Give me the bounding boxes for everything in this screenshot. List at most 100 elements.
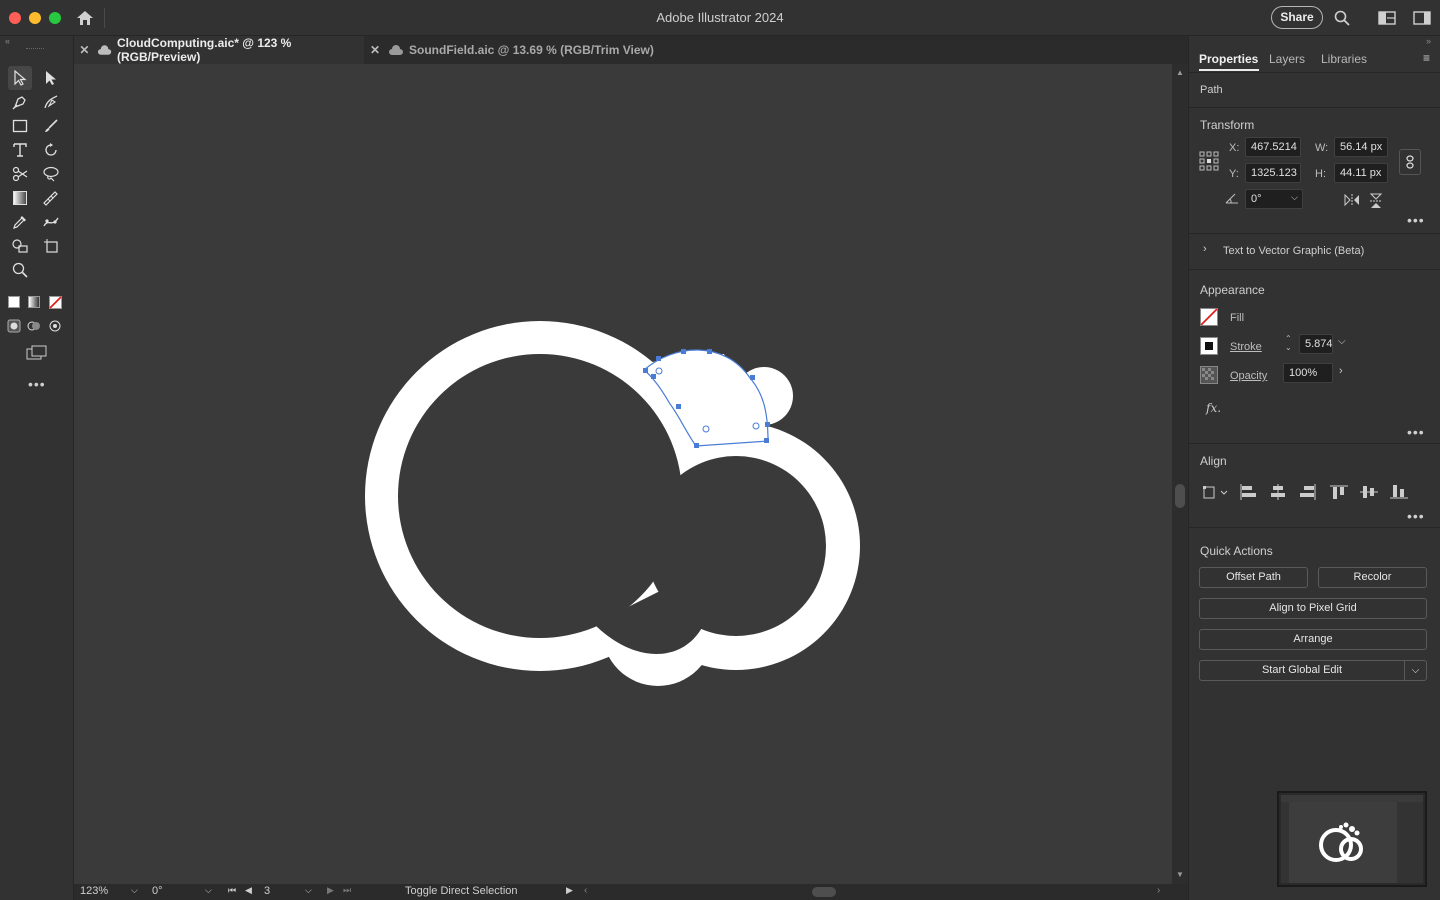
- gradient-tool-icon[interactable]: [8, 186, 32, 210]
- type-tool-icon[interactable]: [8, 138, 32, 162]
- zoom-dropdown-icon[interactable]: ⌵: [131, 885, 138, 896]
- search-icon[interactable]: [1332, 8, 1352, 28]
- rotate-dropdown-icon[interactable]: ⌵: [1291, 192, 1298, 203]
- navigator-thumbnail[interactable]: [1277, 791, 1427, 887]
- align-horizontal-center-icon[interactable]: [1269, 484, 1287, 500]
- workspace-switcher-icon[interactable]: [1377, 9, 1397, 27]
- rotation-dropdown-icon[interactable]: ⌵: [205, 885, 212, 896]
- tab-layers[interactable]: Layers: [1269, 52, 1305, 66]
- rotate-field[interactable]: 0° ⌵: [1245, 189, 1303, 209]
- close-tab-icon[interactable]: ✕: [364, 43, 386, 57]
- previous-artboard-icon[interactable]: ◀: [245, 885, 252, 896]
- stroke-weight-field[interactable]: 5.874: [1299, 334, 1333, 354]
- share-button[interactable]: Share: [1271, 6, 1323, 29]
- global-edit-options-icon[interactable]: ⌵: [1404, 660, 1427, 681]
- close-tab-icon[interactable]: ✕: [74, 43, 95, 57]
- constrain-proportions-icon[interactable]: [1399, 149, 1421, 175]
- stroke-label[interactable]: Stroke: [1230, 341, 1262, 353]
- eyedropper-tool-icon[interactable]: [8, 210, 32, 234]
- scroll-up-icon[interactable]: ▲: [1176, 68, 1184, 77]
- vertical-scrollbar[interactable]: ▲ ▼: [1172, 64, 1188, 884]
- tab-properties[interactable]: Properties: [1199, 52, 1258, 66]
- x-position-field[interactable]: 467.5214: [1245, 137, 1301, 157]
- align-top-icon[interactable]: [1330, 484, 1348, 500]
- opacity-label[interactable]: Opacity: [1230, 370, 1267, 382]
- collapse-toolbar-icon[interactable]: «: [5, 36, 10, 46]
- curvature-tool-icon[interactable]: [39, 90, 63, 114]
- height-field[interactable]: 44.11 px: [1334, 163, 1388, 183]
- opacity-arrow-icon[interactable]: ›: [1339, 365, 1343, 377]
- fill-white-swatch-icon[interactable]: [4, 292, 24, 312]
- flip-vertical-icon[interactable]: [1370, 193, 1382, 209]
- width-field[interactable]: 56.14 px: [1334, 137, 1388, 157]
- draw-normal-icon[interactable]: [4, 316, 24, 336]
- start-global-edit-button[interactable]: Start Global Edit: [1199, 660, 1405, 681]
- pen-tool-icon[interactable]: [8, 90, 32, 114]
- status-menu-icon[interactable]: ▶: [566, 885, 573, 896]
- transform-more-icon[interactable]: •••: [1407, 212, 1425, 228]
- screen-mode-icon[interactable]: [24, 342, 50, 364]
- stroke-swatch-icon[interactable]: [1200, 337, 1218, 355]
- tab-soundfield[interactable]: ✕ SoundField.aic @ 13.69 % (RGB/Trim Vie…: [364, 36, 654, 64]
- align-right-icon[interactable]: [1299, 484, 1317, 500]
- rotate-tool-icon[interactable]: [39, 138, 63, 162]
- toolbar-grip[interactable]: [26, 48, 44, 50]
- selection-tool-icon[interactable]: [8, 66, 32, 90]
- tab-cloudcomputing[interactable]: ✕ CloudComputing.aic* @ 123 % (RGB/Previ…: [74, 36, 364, 64]
- arrange-button[interactable]: Arrange: [1199, 629, 1427, 650]
- puppet-warp-tool-icon[interactable]: [39, 210, 63, 234]
- artboard-dropdown-icon[interactable]: ⌵: [305, 885, 312, 896]
- artboard-number[interactable]: 3: [264, 885, 270, 897]
- fx-icon[interactable]: fx.: [1206, 401, 1221, 415]
- paintbrush-tool-icon[interactable]: [39, 114, 63, 138]
- scissors-tool-icon[interactable]: [8, 162, 32, 186]
- lasso-tool-icon[interactable]: [39, 162, 63, 186]
- artboard-tool-icon[interactable]: [39, 234, 63, 258]
- gradient-swatch-icon[interactable]: [24, 292, 44, 312]
- panel-toggle-icon[interactable]: [1412, 9, 1432, 27]
- offset-path-button[interactable]: Offset Path: [1199, 567, 1308, 588]
- align-to-selection-icon[interactable]: [1203, 484, 1229, 500]
- rotation-value[interactable]: 0°: [152, 885, 163, 897]
- opacity-field[interactable]: 100%: [1283, 363, 1333, 383]
- scroll-down-icon[interactable]: ▼: [1176, 870, 1184, 879]
- flip-horizontal-icon[interactable]: [1344, 194, 1360, 206]
- tab-label: CloudComputing.aic* @ 123 % (RGB/Preview…: [116, 36, 292, 64]
- vertical-scroll-thumb[interactable]: [1175, 484, 1185, 508]
- panel-menu-icon[interactable]: ≡: [1423, 51, 1430, 65]
- reference-point-icon[interactable]: [1199, 151, 1219, 171]
- shape-builder-tool-icon[interactable]: [8, 234, 32, 258]
- edit-toolbar-more-icon[interactable]: •••: [28, 376, 46, 392]
- zoom-tool-icon[interactable]: [8, 258, 32, 282]
- artboard-canvas[interactable]: [74, 64, 1172, 884]
- draw-inside-icon[interactable]: [45, 316, 65, 336]
- align-to-pixel-grid-button[interactable]: Align to Pixel Grid: [1199, 598, 1427, 619]
- appearance-more-icon[interactable]: •••: [1407, 424, 1425, 440]
- rectangle-tool-icon[interactable]: [8, 114, 32, 138]
- align-vertical-center-icon[interactable]: [1360, 484, 1378, 500]
- align-left-icon[interactable]: [1239, 484, 1257, 500]
- y-position-field[interactable]: 1325.123: [1245, 163, 1301, 183]
- align-more-icon[interactable]: •••: [1407, 508, 1425, 524]
- draw-behind-icon[interactable]: [24, 316, 44, 336]
- fill-none-swatch-icon[interactable]: [1200, 308, 1218, 326]
- measure-tool-icon[interactable]: [39, 186, 63, 210]
- horizontal-scroll-thumb[interactable]: [812, 887, 836, 897]
- next-artboard-icon[interactable]: ▶: [327, 885, 334, 896]
- recolor-button[interactable]: Recolor: [1318, 567, 1427, 588]
- direct-selection-tool-icon[interactable]: [39, 66, 63, 90]
- scroll-left-icon[interactable]: ‹: [584, 885, 587, 896]
- align-bottom-icon[interactable]: [1390, 484, 1408, 500]
- none-swatch-icon[interactable]: [45, 292, 65, 312]
- opacity-checker-icon[interactable]: [1200, 366, 1218, 384]
- zoom-level[interactable]: 123%: [80, 885, 108, 897]
- collapse-panel-icon[interactable]: »: [1426, 36, 1431, 46]
- y-label: Y:: [1229, 168, 1239, 180]
- tab-libraries[interactable]: Libraries: [1321, 52, 1367, 66]
- stroke-dropdown-icon[interactable]: ⌵: [1338, 336, 1346, 347]
- last-artboard-icon[interactable]: ⏭: [343, 885, 351, 896]
- scroll-right-icon[interactable]: ›: [1157, 885, 1160, 896]
- first-artboard-icon[interactable]: ⏮: [228, 885, 236, 896]
- stroke-stepper-icon[interactable]: ⌃ ⌄: [1285, 334, 1292, 352]
- text-to-vector-section[interactable]: › Text to Vector Graphic (Beta): [1189, 234, 1440, 268]
